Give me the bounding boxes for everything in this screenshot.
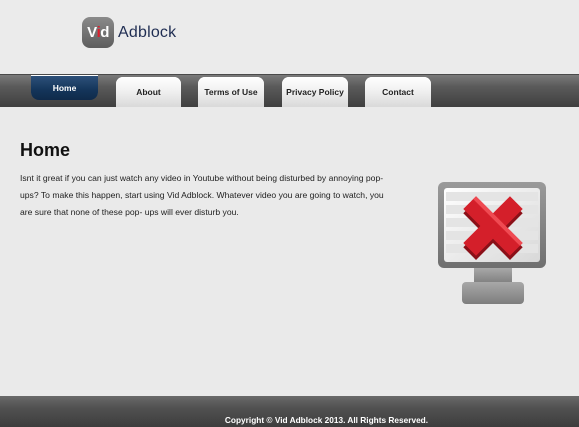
footer: Copyright © Vid Adblock 2013. All Rights… bbox=[0, 396, 579, 427]
logo-letter-d: d bbox=[100, 24, 109, 41]
logo[interactable]: Vid Adblock bbox=[82, 17, 176, 48]
nav-home[interactable]: Home bbox=[31, 75, 98, 100]
logo-wordmark: Adblock bbox=[118, 23, 177, 41]
nav-terms-of-use[interactable]: Terms of Use bbox=[198, 77, 264, 107]
main-nav: Home About Terms of Use Privacy Policy C… bbox=[0, 74, 579, 107]
nav-about[interactable]: About bbox=[116, 77, 181, 107]
logo-badge: Vid bbox=[82, 17, 114, 48]
nav-contact[interactable]: Contact bbox=[365, 77, 431, 107]
copyright-text: Copyright © Vid Adblock 2013. All Rights… bbox=[224, 415, 429, 425]
header: Vid Adblock bbox=[0, 0, 579, 74]
page-description: Isnt it great if you can just watch any … bbox=[20, 173, 384, 217]
main-content: Home Isnt it great if you can just watch… bbox=[20, 140, 390, 221]
page-title: Home bbox=[20, 140, 71, 160]
nav-privacy-policy[interactable]: Privacy Policy bbox=[282, 77, 348, 107]
monitor-with-red-x-icon bbox=[438, 182, 546, 304]
logo-letter-v: V bbox=[87, 24, 97, 41]
